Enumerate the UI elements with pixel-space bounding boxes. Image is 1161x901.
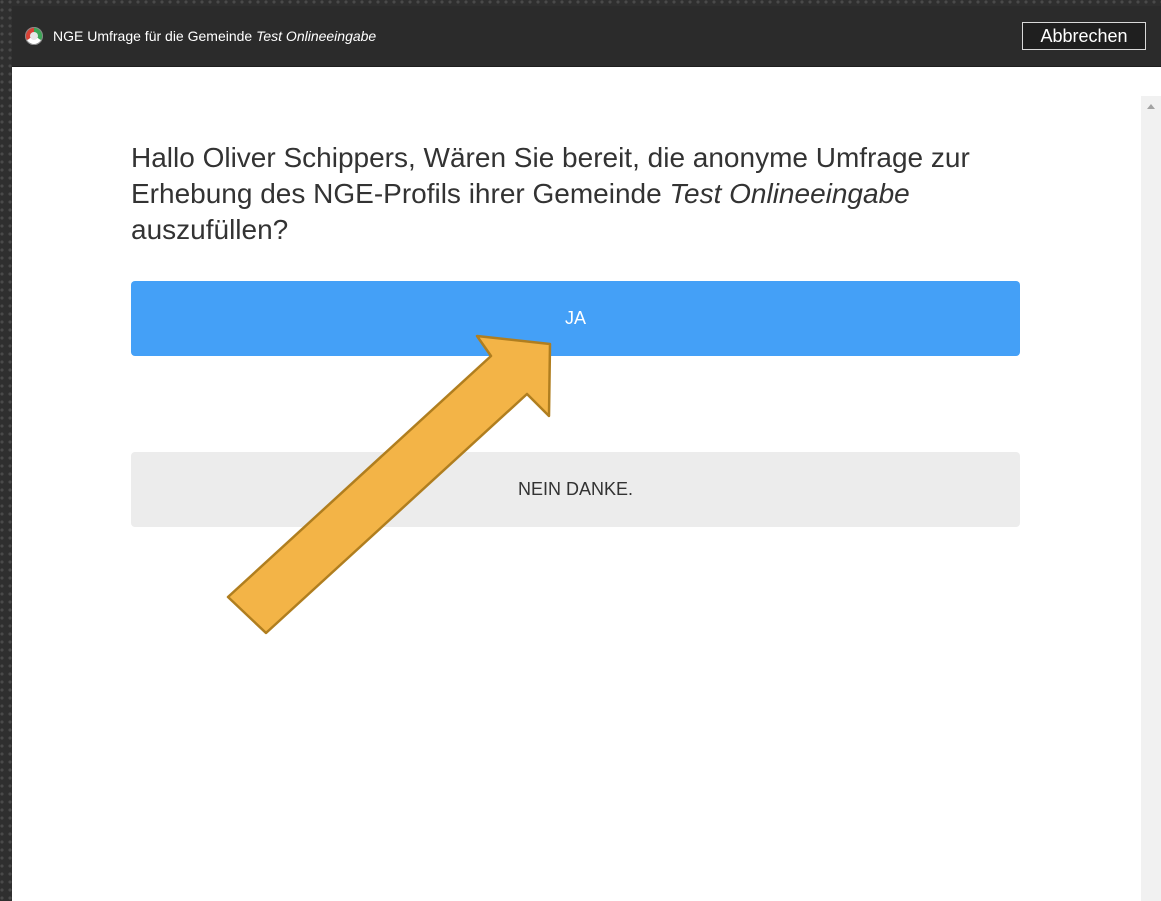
dialog-title-community: Test Onlineeingabe: [256, 28, 377, 44]
dialog-title: NGE Umfrage für die Gemeinde Test Online…: [53, 28, 376, 44]
no-thanks-button[interactable]: NEIN DANKE.: [131, 452, 1020, 527]
yes-button[interactable]: JA: [131, 281, 1020, 356]
question-text-end: auszufüllen?: [131, 214, 289, 245]
question-community: Test Onlineeingabe: [669, 178, 910, 209]
vertical-scrollbar[interactable]: [1141, 96, 1161, 901]
dialog-titlebar: NGE Umfrage für die Gemeinde Test Online…: [12, 6, 1161, 67]
survey-dialog: NGE Umfrage für die Gemeinde Test Online…: [12, 6, 1161, 901]
dialog-title-prefix: NGE Umfrage für die Gemeinde: [53, 28, 253, 44]
app-logo-icon: [25, 27, 43, 45]
scroll-up-icon[interactable]: [1147, 104, 1155, 109]
cancel-button[interactable]: Abbrechen: [1022, 22, 1146, 50]
survey-question: Hallo Oliver Schippers, Wären Sie bereit…: [131, 140, 1011, 248]
